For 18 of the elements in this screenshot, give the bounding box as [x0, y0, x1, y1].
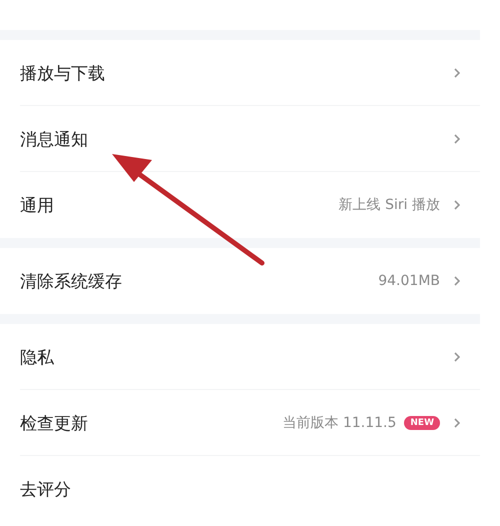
setting-value: 新上线 Siri 播放	[338, 196, 440, 214]
setting-label: 播放与下载	[20, 62, 106, 84]
settings-row[interactable]: 播放与下载	[0, 40, 480, 106]
setting-label: 检查更新	[20, 412, 89, 434]
settings-row[interactable]: 清除系统缓存 94.01MB	[0, 248, 480, 314]
settings-row[interactable]: 检查更新 当前版本 11.11.5 NEW	[0, 390, 480, 456]
settings-row[interactable]: 消息通知	[0, 106, 480, 172]
new-badge: NEW	[404, 416, 440, 430]
setting-value: 当前版本 11.11.5	[282, 414, 396, 432]
setting-label: 去评分	[20, 478, 72, 500]
settings-row[interactable]: 通用 新上线 Siri 播放	[0, 172, 480, 238]
settings-row[interactable]: 去评分	[0, 456, 480, 522]
setting-value: 94.01MB	[378, 273, 440, 289]
settings-row[interactable]: 隐私	[0, 324, 480, 390]
setting-label: 隐私	[20, 346, 55, 368]
setting-label: 通用	[20, 194, 55, 216]
setting-label: 消息通知	[20, 128, 89, 150]
setting-label: 清除系统缓存	[20, 270, 123, 292]
